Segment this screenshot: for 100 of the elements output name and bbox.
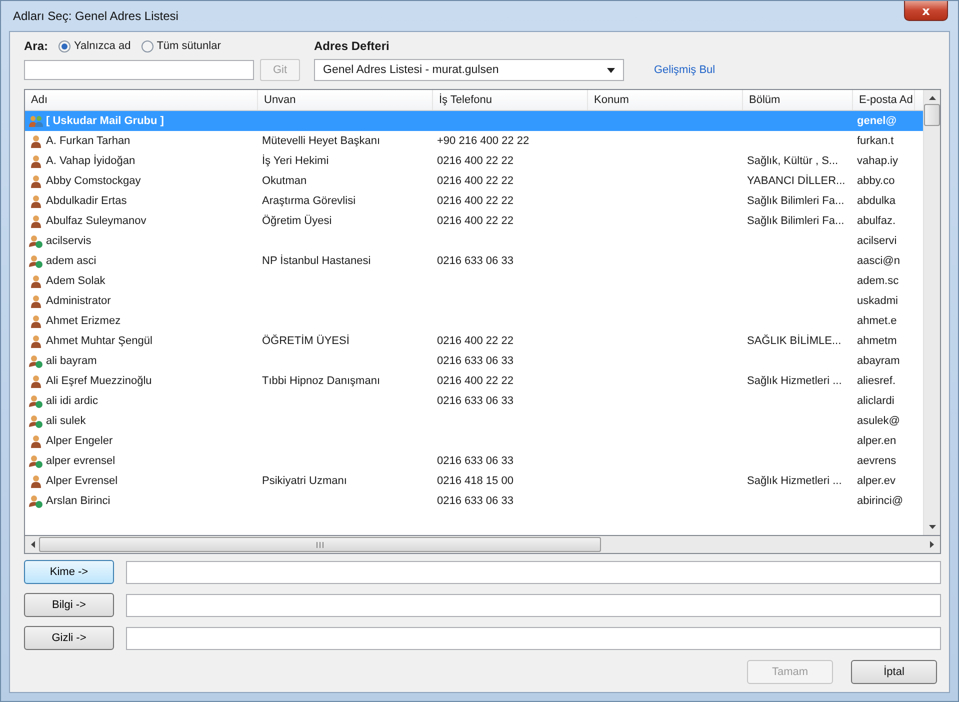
- table-cell: ÖĞRETİM ÜYESİ: [262, 335, 350, 347]
- contact-row[interactable]: Arslan Birinci 0216 633 06 33 abirinci@: [25, 491, 923, 511]
- contact-row[interactable]: ali sulek asulek@: [25, 411, 923, 431]
- table-cell: aliclardi: [857, 395, 894, 407]
- contact-name: Alper Evrensel: [46, 475, 118, 487]
- radio-option[interactable]: Tüm sütunlar: [140, 40, 221, 52]
- close-button[interactable]: x: [904, 1, 948, 21]
- search-field[interactable]: [24, 60, 254, 80]
- scroll-right-icon[interactable]: [930, 541, 934, 548]
- table-cell: vahap.iy: [857, 155, 898, 167]
- recipient-field[interactable]: [126, 594, 941, 616]
- scrollbar-thumb[interactable]: [39, 537, 601, 552]
- table-cell: Sağlık Bilimleri Fa...: [747, 195, 844, 207]
- contact-name: Abdulkadir Ertas: [46, 195, 127, 207]
- table-cell: asulek@: [857, 415, 900, 427]
- contact-row[interactable]: Ahmet Erizmez ahmet.e: [25, 311, 923, 331]
- contact-row[interactable]: Abby Comstockgay Okutman 0216 400 22 22 YABANCI DİLLER... abby.co: [25, 171, 923, 191]
- window-title: Adları Seç: Genel Adres Listesi: [12, 9, 178, 23]
- radio-button-icon[interactable]: [58, 40, 72, 52]
- scroll-up-icon[interactable]: [928, 96, 936, 100]
- table-cell: 0216 633 06 33: [437, 355, 514, 367]
- table-cell: acilservi: [857, 235, 897, 247]
- contact-row[interactable]: Administrator uskadmi: [25, 291, 923, 311]
- table-cell: Mütevelli Heyet Başkanı: [262, 135, 380, 147]
- contact-row[interactable]: adem asci NP İstanbul Hastanesi 0216 633 06 33 aasci@n: [25, 251, 923, 271]
- table-cell: Okutman: [262, 175, 307, 187]
- grip-icon: [316, 542, 324, 548]
- radio-option[interactable]: Yalnızca ad: [58, 40, 131, 52]
- contact-row[interactable]: Abdulkadir Ertas Araştırma Görevlisi 0216 400 22 22 Sağlık Bilimleri Fa... abdulka: [25, 191, 923, 211]
- contact-row[interactable]: A. Furkan Tarhan Mütevelli Heyet Başkanı +90 216 400 22 22 furkan.t: [25, 131, 923, 151]
- table-cell: genel@: [857, 115, 896, 127]
- recipient-field[interactable]: [126, 560, 941, 584]
- contact-name: Adem Solak: [46, 275, 106, 287]
- table-cell: 0216 400 22 22: [437, 175, 514, 187]
- contact-row[interactable]: Alper Engeler alper.en: [25, 431, 923, 451]
- address-book-dropdown[interactable]: Genel Adres Listesi - murat.gulsen: [314, 59, 624, 81]
- contact-name: acilservis: [46, 235, 92, 247]
- table-cell: Tıbbi Hipnoz Danışmanı: [262, 375, 380, 387]
- contact-row[interactable]: Adem Solak adem.sc: [25, 271, 923, 291]
- table-cell: furkan.t: [857, 135, 894, 147]
- horizontal-scrollbar[interactable]: [24, 536, 941, 554]
- table-cell: 0216 400 22 22: [437, 215, 514, 227]
- contact-name: Ahmet Muhtar Şengül: [46, 335, 152, 347]
- contact-row[interactable]: ali idi ardic 0216 633 06 33 aliclardi: [25, 391, 923, 411]
- contact-name: ali idi ardic: [46, 395, 98, 407]
- contact-row[interactable]: ali bayram 0216 633 06 33 abayram: [25, 351, 923, 371]
- table-cell: 0216 400 22 22: [437, 335, 514, 347]
- column-header[interactable]: Adı: [25, 90, 258, 110]
- table-cell: aevrens: [857, 455, 896, 467]
- table-cell: Psikiyatri Uzmanı: [262, 475, 347, 487]
- contact-name: ali bayram: [46, 355, 97, 367]
- table-cell: İş Yeri Hekimi: [262, 155, 329, 167]
- table-cell: uskadmi: [857, 295, 898, 307]
- scroll-left-icon[interactable]: [31, 541, 35, 548]
- scrollbar-thumb[interactable]: [924, 104, 940, 126]
- table-cell: abby.co: [857, 175, 895, 187]
- table-cell: +90 216 400 22 22: [437, 135, 530, 147]
- column-header[interactable]: E-posta Ad: [853, 90, 915, 110]
- contact-row[interactable]: acilservis acilservi: [25, 231, 923, 251]
- table-cell: aasci@n: [857, 255, 900, 267]
- contact-row[interactable]: Ali Eşref Muezzinoğlu Tıbbi Hipnoz Danışmanı 0216 400 22 22 Sağlık Hizmetleri ... aliesref.: [25, 371, 923, 391]
- table-cell: abirinci@: [857, 495, 904, 507]
- contact-row[interactable]: alper evrensel 0216 633 06 33 aevrens: [25, 451, 923, 471]
- contact-row[interactable]: A. Vahap İyidoğan İş Yeri Hekimi 0216 400 22 22 Sağlık, Kültür , S... vahap.iy: [25, 151, 923, 171]
- table-cell: 0216 400 22 22: [437, 375, 514, 387]
- table-cell: ahmetm: [857, 335, 897, 347]
- dropdown-caret-icon: [607, 68, 615, 72]
- table-cell: Sağlık Hizmetleri ...: [747, 375, 842, 387]
- table-cell: 0216 633 06 33: [437, 255, 514, 267]
- table-cell: 0216 400 22 22: [437, 155, 514, 167]
- column-header[interactable]: İş Telefonu: [433, 90, 588, 110]
- recipient-button[interactable]: Gizli ->: [24, 626, 114, 650]
- contact-name: Ali Eşref Muezzinoğlu: [46, 375, 152, 387]
- contact-row[interactable]: Abulfaz Suleymanov Öğretim Üyesi 0216 400 22 22 Sağlık Bilimleri Fa... abulfaz.: [25, 211, 923, 231]
- contact-row[interactable]: Alper Evrensel Psikiyatri Uzmanı 0216 418 15 00 Sağlık Hizmetleri ... alper.ev: [25, 471, 923, 491]
- table-cell: Araştırma Görevlisi: [262, 195, 356, 207]
- column-header[interactable]: Unvan: [258, 90, 433, 110]
- vertical-scrollbar[interactable]: [923, 90, 940, 535]
- contact-row[interactable]: Ahmet Muhtar Şengül ÖĞRETİM ÜYESİ 0216 400 22 22 SAĞLIK BİLİMLE... ahmetm: [25, 331, 923, 351]
- contact-name: [ Uskudar Mail Grubu ]: [46, 115, 164, 127]
- recipient-field[interactable]: [126, 626, 941, 650]
- contact-name: adem asci: [46, 255, 96, 267]
- table-cell: aliesref.: [857, 375, 896, 387]
- column-header[interactable]: Konum: [588, 90, 743, 110]
- scroll-down-icon[interactable]: [928, 525, 936, 529]
- table-cell: 0216 418 15 00: [437, 475, 514, 487]
- table-cell: abdulka: [857, 195, 896, 207]
- table-cell: 0216 633 06 33: [437, 455, 514, 467]
- contact-name: Ahmet Erizmez: [46, 315, 121, 327]
- contact-name: Alper Engeler: [46, 435, 113, 447]
- dialog-button[interactable]: İptal: [851, 660, 937, 684]
- contact-name: alper evrensel: [46, 455, 116, 467]
- column-header[interactable]: Bölüm: [743, 90, 853, 110]
- table-cell: Sağlık Hizmetleri ...: [747, 475, 842, 487]
- table-cell: SAĞLIK BİLİMLE...: [747, 335, 842, 347]
- table-cell: alper.ev: [857, 475, 896, 487]
- radio-button-icon[interactable]: [140, 40, 154, 52]
- recipient-button[interactable]: Bilgi ->: [24, 593, 114, 617]
- recipient-button[interactable]: Kime ->: [24, 560, 114, 584]
- advanced-find-link[interactable]: Gelişmiş Bul: [654, 64, 716, 76]
